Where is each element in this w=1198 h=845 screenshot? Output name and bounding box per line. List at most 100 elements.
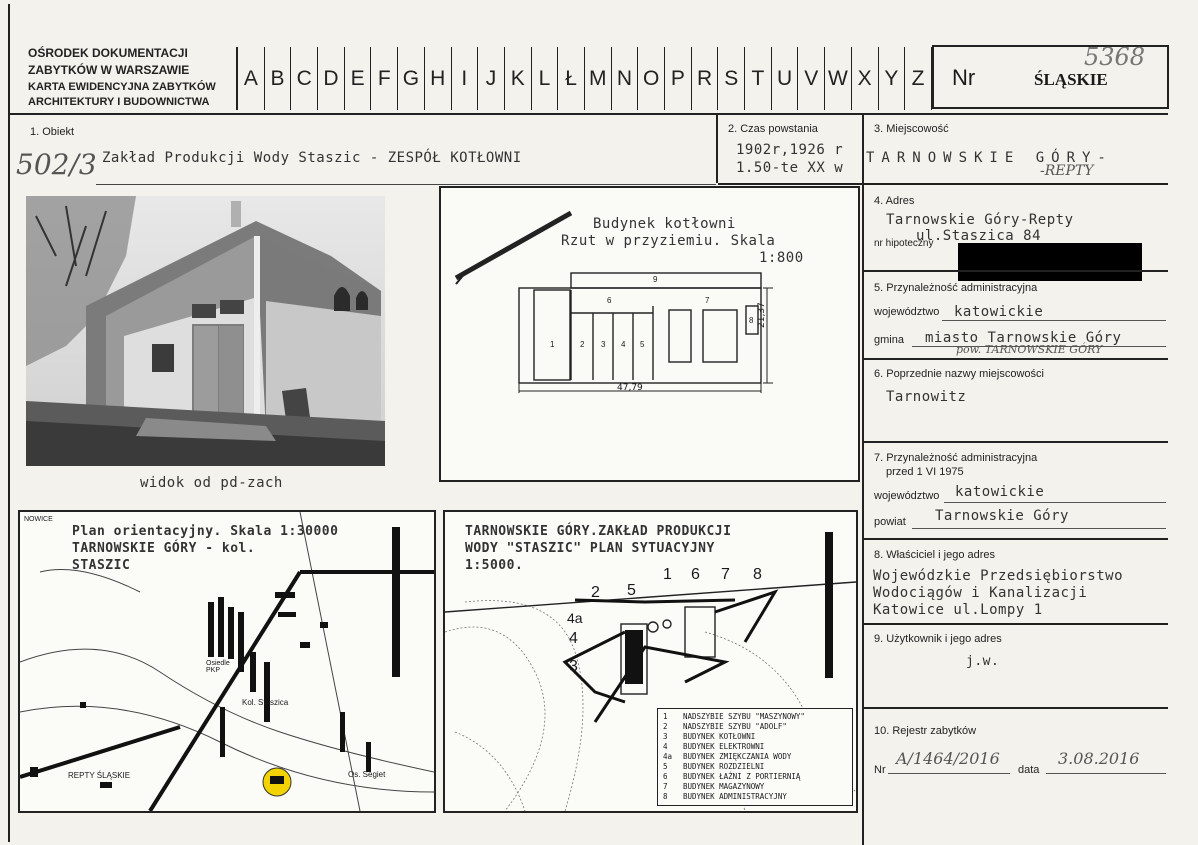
marker-6: 6 [691, 566, 700, 583]
orientation-map-panel: Plan orientacyjny. Skala 1:30000 TARNOWS… [18, 510, 436, 813]
legend-number: 4a [663, 752, 673, 761]
legend-number: 2 [663, 722, 668, 731]
wlasciciel-line-2: Wodociągów i Kanalizacji [873, 585, 1088, 601]
legend-text: BUDYNEK KOTŁOWNI [683, 732, 756, 741]
gmina-underline [912, 346, 1166, 347]
rejestr-data-underline [1046, 773, 1166, 774]
orientation-title-2: TARNOWSKIE GÓRY - kol. [72, 541, 256, 556]
situation-legend: 1 NADSZYBIE SZYBU "MASZYNOWY" 2 NADSZYBIE S… [657, 708, 853, 806]
wlasciciel-line-1: Wojewódzkie Przedsiębiorstwo [873, 568, 1124, 584]
label-obiekt: 1. Obiekt [30, 126, 75, 138]
institution-line-1: OŚRODEK DOKUMENTACJI [28, 46, 188, 60]
situation-title-3: 1:5000. [465, 558, 524, 573]
legend-row: 3 BUDYNEK KOTŁOWNI [663, 732, 847, 742]
legend-text: BUDYNEK ŁAŹNI Z PORTIERNIĄ [683, 772, 801, 781]
redacted-hipoteczny [958, 243, 1142, 281]
legend-number: 8 [663, 792, 668, 801]
row-przyn-bottom [864, 358, 1168, 360]
alphabet-letter: T [745, 47, 772, 110]
woj1975-underline [944, 502, 1166, 503]
alphabet-letter: B [265, 47, 292, 110]
alphabet-letter: X [852, 47, 879, 110]
rejestr-nr-value: A/1464/2016 [896, 749, 1000, 768]
alphabet-letter: W [825, 47, 852, 110]
marker-7: 7 [721, 566, 730, 583]
room-7: 7 [705, 296, 710, 305]
alphabet-letter: M [585, 47, 612, 110]
label-uzytkownik: 9. Użytkownik i jego adres [874, 633, 1002, 645]
row-wlasc-bottom [864, 623, 1168, 625]
legend-number: 6 [663, 772, 668, 781]
legend-text: BUDYNEK MAGAZYNOWY [683, 782, 765, 791]
alphabet-letter: O [638, 47, 665, 110]
alphabet-letter: E [345, 47, 372, 110]
adres-line-2: ul.Staszica 84 [916, 228, 1042, 244]
legend-number: 3 [663, 732, 668, 741]
legend-row: 6 BUDYNEK ŁAŹNI Z PORTIERNIĄ [663, 772, 847, 782]
col-divider-2 [862, 113, 864, 845]
alphabet-letter: K [505, 47, 532, 110]
label-adres: 4. Adres [874, 195, 915, 207]
powiat-underline [912, 528, 1166, 529]
uzytkownik-value: j.w. [966, 654, 1000, 669]
label-rejestr-nr: Nr [874, 764, 886, 776]
photo-image [26, 196, 385, 466]
legend-number: 5 [663, 762, 668, 771]
room-3: 3 [601, 340, 606, 349]
marker-2: 2 [591, 584, 600, 601]
alphabet-letter: A [238, 47, 265, 110]
alphabet-letter: H [425, 47, 452, 110]
legend-text: NADSZYBIE SZYBU "MASZYNOWY" [683, 712, 805, 721]
alphabet-index: ABCDEFGHIJKLŁMNOPRSTUVWXYZ [236, 47, 932, 110]
gmina-handwritten: pow. TARNOWSKIE GÓRY [956, 343, 1103, 356]
legend-text: BUDYNEK ROZDZIELNI [683, 762, 765, 771]
row1-bottom [718, 183, 1168, 185]
label-miejscowosc: 3. Miejscowość [874, 123, 949, 135]
floor-plan-width-dim: 47,79 [617, 383, 643, 393]
orientation-title-1: Plan orientacyjny. Skala 1:30000 [72, 524, 339, 539]
legend-text: NADSZYBIE SZYBU "ADOLF" [683, 722, 787, 731]
floor-plan-depth-dim: 21,37 [757, 302, 767, 328]
obiekt-handwritten-number: 502/3 [16, 148, 97, 181]
alphabet-letter: J [478, 47, 505, 110]
room-4: 4 [621, 340, 626, 349]
legend-text: BUDYNEK ZMIĘKCZANIA WODY [683, 752, 792, 761]
room-5: 5 [640, 340, 645, 349]
building-photo [26, 196, 385, 466]
alphabet-letter: R [692, 47, 719, 110]
marker-4a: 4a [567, 610, 583, 626]
wojewodztwo-1975-value: katowickie [955, 484, 1045, 500]
alphabet-letter: Y [879, 47, 906, 110]
label-rejestr: 10. Rejestr zabytków [874, 725, 977, 737]
room-8: 8 [749, 316, 754, 325]
alphabet-letter: C [291, 47, 319, 110]
room-2: 2 [580, 340, 585, 349]
map-label-kol-staszica: Kol. Staszica [242, 698, 289, 707]
wojewodztwo-value: katowickie [954, 304, 1044, 320]
orientation-title-3: STASZIC [72, 558, 131, 573]
czas-line-1: 1902r,1926 r [736, 142, 844, 158]
nr-label: Nr [952, 65, 976, 90]
alphabet-letter: L [532, 47, 559, 110]
institution-line-4: ARCHITEKTURY I BUDOWNICTWA [28, 96, 210, 108]
label-powiat: powiat [874, 516, 906, 528]
label-gmina: gmina [874, 334, 904, 346]
marker-4: 4 [569, 630, 578, 647]
marker-5: 5 [627, 582, 636, 599]
rejestr-data-value: 3.08.2016 [1058, 749, 1140, 768]
row-adres-bottom [864, 270, 1168, 272]
miejscowosc-handwritten: -REPTY [1040, 163, 1094, 179]
legend-row: 4a BUDYNEK ZMIĘKCZANIA WODY [663, 752, 847, 762]
map-label-nowice: NOWICE [24, 516, 53, 523]
alphabet-letter: Z [905, 47, 932, 110]
label-przynaleznosc: 5. Przynależność administracyjna [874, 282, 1038, 294]
legend-number: 1 [663, 712, 668, 721]
marker-3: 3 [569, 658, 578, 675]
card-number-box: Nr ŚLĄSKIE 5368 [932, 43, 1169, 109]
room-1: 1 [550, 340, 555, 349]
floor-plan-title-3: 1:800 [759, 250, 804, 266]
region-label: ŚLĄSKIE [1034, 70, 1108, 89]
alphabet-letter: S [718, 47, 746, 110]
row-uzytk-bottom [864, 707, 1168, 709]
map-label-osiedle: Osiedle PKP [206, 660, 230, 674]
